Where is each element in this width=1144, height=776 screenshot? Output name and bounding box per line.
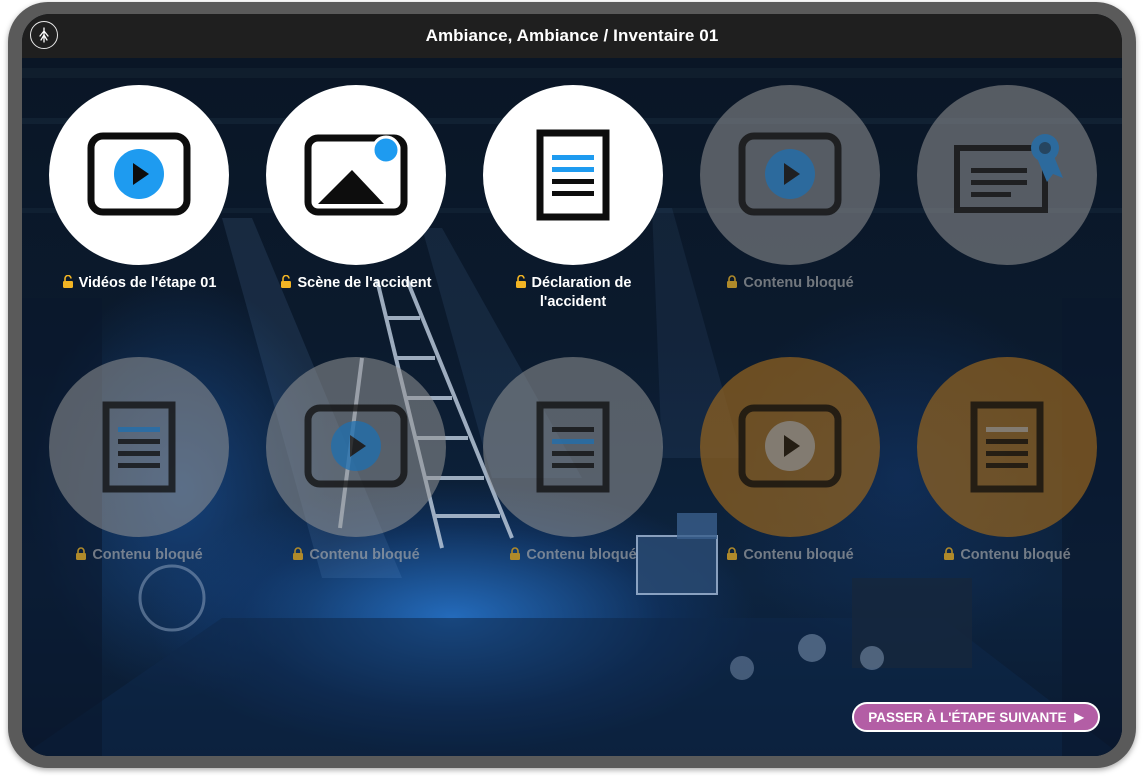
play-arrow-icon: ▶ [1074, 710, 1084, 724]
tile-locked-document-2[interactable]: Contenu bloqué [483, 357, 663, 565]
tile-label: Contenu bloqué [960, 547, 1071, 563]
tile-circle[interactable] [266, 85, 446, 265]
next-step-button[interactable]: PASSER À L'ÉTAPE SUIVANTE ▶ [852, 702, 1100, 732]
tile-circle[interactable] [700, 357, 880, 537]
tablet-frame: Ambiance, Ambiance / Inventaire 01 Vidéo… [8, 2, 1136, 768]
document-icon [536, 129, 610, 221]
tile-label: Scène de l'accident [297, 275, 432, 291]
tile-label: Contenu bloqué [526, 547, 637, 563]
tile-circle[interactable] [700, 85, 880, 265]
page-title: Ambiance, Ambiance / Inventaire 01 [425, 26, 719, 45]
tile-circle[interactable] [483, 357, 663, 537]
tile-label: Déclaration de l'accident [531, 275, 632, 310]
unlocked-padlock-icon [515, 275, 526, 288]
tile-circle[interactable] [917, 85, 1097, 265]
tile-circle[interactable] [917, 357, 1097, 537]
video-play-icon [87, 132, 191, 216]
document-icon [102, 401, 176, 493]
image-icon [304, 134, 408, 216]
video-play-icon [304, 404, 408, 488]
tile-circle[interactable] [483, 85, 663, 265]
tile-locked-video-3[interactable]: Contenu bloqué [700, 357, 880, 565]
screen: Ambiance, Ambiance / Inventaire 01 Vidéo… [22, 14, 1122, 756]
unlocked-padlock-icon [62, 275, 73, 288]
tile-locked-certificate[interactable] [917, 85, 1097, 274]
tile-locked-document-1[interactable]: Contenu bloqué [49, 357, 229, 565]
tile-label: Contenu bloqué [743, 275, 854, 291]
tile-videos-etape-01[interactable]: Vidéos de l'étape 01 [49, 85, 229, 293]
tile-scene-accident[interactable]: Scène de l'accident [266, 85, 446, 293]
tile-label: Contenu bloqué [92, 547, 203, 563]
tile-locked-document-3[interactable]: Contenu bloqué [917, 357, 1097, 565]
tile-declaration-accident[interactable]: Déclaration de l'accident [483, 85, 663, 312]
certificate-icon [954, 134, 1063, 213]
tile-label: Vidéos de l'étape 01 [78, 275, 217, 291]
padlock-icon [510, 547, 521, 560]
video-play-icon [738, 404, 842, 488]
unlocked-padlock-icon [281, 275, 292, 288]
tile-locked-video-2[interactable]: Contenu bloqué [266, 357, 446, 565]
padlock-icon [293, 547, 304, 560]
document-icon [970, 401, 1044, 493]
padlock-icon [727, 275, 738, 288]
tile-circle[interactable] [49, 357, 229, 537]
document-icon [536, 401, 610, 493]
tree-logo-icon[interactable] [30, 21, 58, 49]
top-bar: Ambiance, Ambiance / Inventaire 01 [22, 14, 1122, 58]
next-step-label: PASSER À L'ÉTAPE SUIVANTE [868, 709, 1067, 725]
tile-label: Contenu bloqué [743, 547, 854, 563]
tile-circle[interactable] [49, 85, 229, 265]
tile-label: Contenu bloqué [309, 547, 420, 563]
video-play-icon [738, 132, 842, 216]
tile-circle[interactable] [266, 357, 446, 537]
padlock-icon [727, 547, 738, 560]
content-grid: Vidéos de l'étape 01 Scène de l'accident [22, 58, 1122, 756]
padlock-icon [76, 547, 87, 560]
tile-locked-video[interactable]: Contenu bloqué [700, 85, 880, 293]
padlock-icon [944, 547, 955, 560]
